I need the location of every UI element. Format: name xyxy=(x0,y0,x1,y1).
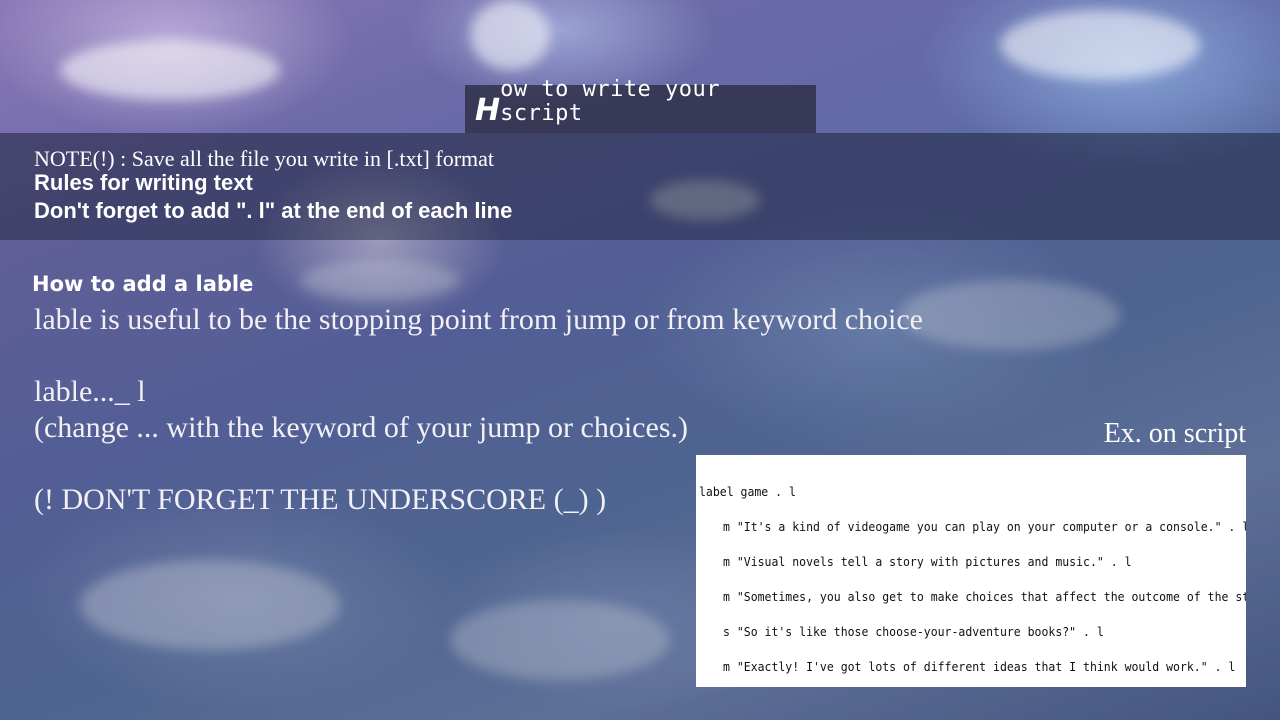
cloud xyxy=(1000,10,1200,80)
example-script-box: label game . l m "It's a kind of videoga… xyxy=(696,455,1246,687)
title-tab: H ow to write your script xyxy=(465,78,816,133)
script-line: s "So it's like those choose-your-advent… xyxy=(723,624,1104,639)
lable-heading: How to add a lable xyxy=(32,272,254,296)
rules-body: Don't forget to add ". l" at the end of … xyxy=(34,198,513,223)
page-title: ow to write your script xyxy=(500,77,721,126)
script-line: m "Exactly! I've got lots of different i… xyxy=(723,659,1236,674)
script-line: m "It's a kind of videogame you can play… xyxy=(723,519,1246,534)
lable-description: lable is useful to be the stopping point… xyxy=(34,303,923,336)
save-note: NOTE(!) : Save all the file you write in… xyxy=(34,146,495,171)
lable-syntax-note: (change ... with the keyword of your jum… xyxy=(34,411,688,444)
script-line: label game . l xyxy=(699,484,796,499)
lable-syntax: lable..._ l xyxy=(34,375,146,408)
title-initial: H xyxy=(475,93,501,128)
example-label: Ex. on script xyxy=(1103,418,1246,449)
rules-heading: Rules for writing text xyxy=(34,170,253,195)
script-line: m "Sometimes, you also get to make choic… xyxy=(723,589,1246,604)
cloud xyxy=(60,40,280,100)
underscore-warning: (! DON'T FORGET THE UNDERSCORE (_) ) xyxy=(34,483,607,516)
cloud xyxy=(470,0,550,70)
script-line: m "Visual novels tell a story with pictu… xyxy=(723,554,1132,569)
